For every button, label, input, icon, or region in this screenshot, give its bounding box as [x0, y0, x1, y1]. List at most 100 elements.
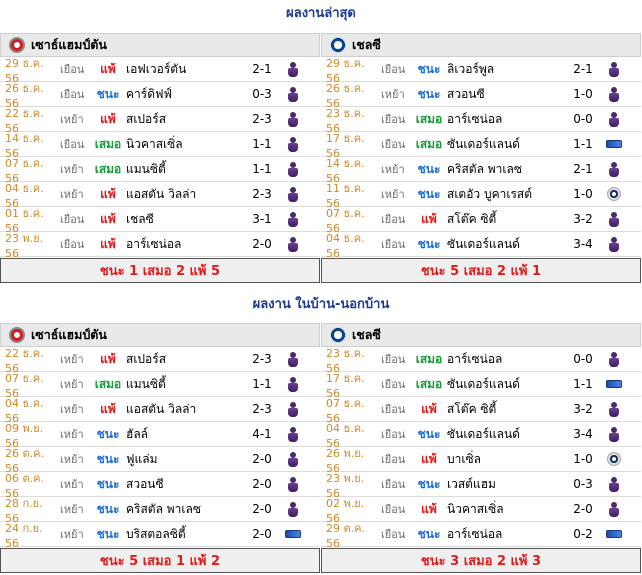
opponent-name[interactable]: อาร์เซน่อล [447, 350, 563, 369]
opponent-name[interactable]: แมนซิตี้ [126, 160, 242, 179]
match-venue: เหย้า [60, 378, 84, 391]
match-venue: เยือน [60, 63, 85, 76]
opponent-name[interactable]: ซันเดอร์แลนด์ [447, 135, 563, 154]
premier-league-icon [608, 211, 620, 227]
match-score: 2-3 [252, 112, 272, 126]
competition-cell [282, 376, 304, 392]
summary-bar: ชนะ 5 เสมอ 2 แพ้ 1 [321, 258, 641, 283]
summary-bar: ชนะ 1 เสมอ 2 แพ้ 5 [0, 258, 320, 283]
competition-cell [603, 376, 625, 392]
recent-southampton-panel: เซาธ์แฮมป์ตัน 29 ธ.ค. 56 เยือน แพ้ เอฟเวอร์… [0, 33, 320, 283]
match-result: ชนะ [417, 526, 441, 541]
premier-league-icon [287, 401, 299, 417]
chelsea-crest-icon [330, 37, 346, 53]
match-venue: เหย้า [60, 428, 84, 441]
opponent-name[interactable]: นิวคาสเซิ่ล [447, 500, 563, 519]
opponent-name[interactable]: สวอนซี [447, 85, 563, 104]
match-venue: เหย้า [60, 163, 84, 176]
premier-league-icon [608, 111, 620, 127]
opponent-name[interactable]: สเตอัว บูคาเรสต์ [447, 185, 563, 204]
match-venue: เยือน [381, 478, 406, 491]
match-venue: เยือน [60, 138, 85, 151]
opponent-name[interactable]: บริสตอลซิตี้ [126, 525, 242, 544]
opponent-name[interactable]: เชลซี [126, 210, 242, 229]
match-venue: เยือน [60, 88, 85, 101]
premier-league-icon [608, 476, 620, 492]
opponent-name[interactable]: ฮัลล์ [126, 425, 242, 444]
opponent-name[interactable]: สเปอร์ส [126, 110, 242, 129]
match-venue: เยือน [60, 238, 85, 251]
match-venue: เหย้า [60, 528, 84, 541]
match-venue: เยือน [60, 213, 85, 226]
opponent-name[interactable]: อาร์เซน่อล [447, 110, 563, 129]
opponent-name[interactable]: ซันเดอร์แลนด์ [447, 425, 563, 444]
premier-league-icon [287, 86, 299, 102]
match-score: 0-3 [252, 87, 272, 101]
team-name: เชลซี [352, 37, 381, 52]
match-venue: เหย้า [60, 188, 84, 201]
competition-cell [603, 86, 625, 102]
opponent-name[interactable]: แอสตัน วิลล่า [126, 400, 242, 419]
recent-chelsea-panel: เชลซี 29 ธ.ค. 56 เยือน ชนะ ลิเวอร์พูล 2-1 26 … [321, 33, 641, 283]
match-result: ชนะ [96, 86, 120, 101]
competition-cell [282, 186, 304, 202]
opponent-name[interactable]: บาเซิ่ล [447, 450, 563, 469]
match-date: 04 ธ.ค. 56 [326, 231, 365, 260]
opponent-name[interactable]: ซันเดอร์แลนด์ [447, 375, 563, 394]
opponent-name[interactable]: อาร์เซน่อล [447, 525, 563, 544]
match-row: 23 พ.ย. 56 เยือน แพ้ อาร์เซน่อล 2-0 [0, 232, 320, 260]
opponent-name[interactable]: เวสต์แฮม [447, 475, 563, 494]
opponent-name[interactable]: คริสตัล พาเลซ [447, 160, 563, 179]
competition-cell [603, 526, 625, 542]
competition-cell [282, 136, 304, 152]
competition-cell [282, 236, 304, 252]
opponent-name[interactable]: แอสตัน วิลล่า [126, 185, 242, 204]
premier-league-icon [287, 161, 299, 177]
match-result: ชนะ [96, 426, 120, 441]
opponent-name[interactable]: สโต๊ค ซิตี้ [447, 210, 563, 229]
opponent-name[interactable]: สเปอร์ส [126, 350, 242, 369]
competition-cell [282, 526, 304, 542]
opponent-name[interactable]: สวอนซี [126, 475, 242, 494]
opponent-name[interactable]: อาร์เซน่อล [126, 235, 242, 254]
summary-bar: ชนะ 5 เสมอ 1 แพ้ 2 [0, 548, 320, 573]
match-score: 2-3 [252, 187, 272, 201]
match-score: 1-0 [573, 87, 593, 101]
match-row: 04 ธ.ค. 56 เยือน ชนะ ซันเดอร์แลนด์ 3-4 [321, 231, 641, 260]
opponent-name[interactable]: คริสตัล พาเลซ [126, 500, 242, 519]
match-venue: เหย้า [60, 403, 84, 416]
southampton-crest-icon [9, 37, 25, 53]
premier-league-icon [608, 61, 620, 77]
premier-league-icon [608, 351, 620, 367]
competition-cell [603, 501, 625, 517]
match-result: เสมอ [415, 136, 443, 151]
competition-cell [603, 451, 625, 467]
opponent-name[interactable]: ลิเวอร์พูล [447, 60, 563, 79]
match-score: 0-0 [573, 352, 593, 366]
match-score: 2-3 [252, 402, 272, 416]
capital-one-cup-icon [606, 140, 622, 148]
chelsea-crest-icon [330, 327, 346, 343]
match-score: 1-0 [573, 452, 593, 466]
match-score: 2-0 [252, 477, 272, 491]
competition-cell [603, 351, 625, 367]
match-score: 2-1 [573, 162, 593, 176]
opponent-name[interactable]: คาร์ดิฟฟ์ [126, 85, 242, 104]
premier-league-icon [287, 501, 299, 517]
match-score: 0-3 [573, 477, 593, 491]
premier-league-icon [608, 161, 620, 177]
competition-cell [282, 426, 304, 442]
match-result: แพ้ [421, 211, 437, 226]
opponent-name[interactable]: นิวคาสเซิ่ล [126, 135, 242, 154]
opponent-name[interactable]: ซันเดอร์แลนด์ [447, 235, 563, 254]
competition-cell [603, 211, 625, 227]
opponent-name[interactable]: แมนซิตี้ [126, 375, 242, 394]
match-venue: เยือน [381, 428, 406, 441]
premier-league-icon [287, 211, 299, 227]
match-venue: เยือน [381, 238, 406, 251]
match-venue: เหย้า [381, 163, 405, 176]
opponent-name[interactable]: เอฟเวอร์ตัน [126, 60, 242, 79]
opponent-name[interactable]: สโต๊ค ซิตี้ [447, 400, 563, 419]
opponent-name[interactable]: ฟูแล่ม [126, 450, 242, 469]
match-venue: เหย้า [381, 88, 405, 101]
